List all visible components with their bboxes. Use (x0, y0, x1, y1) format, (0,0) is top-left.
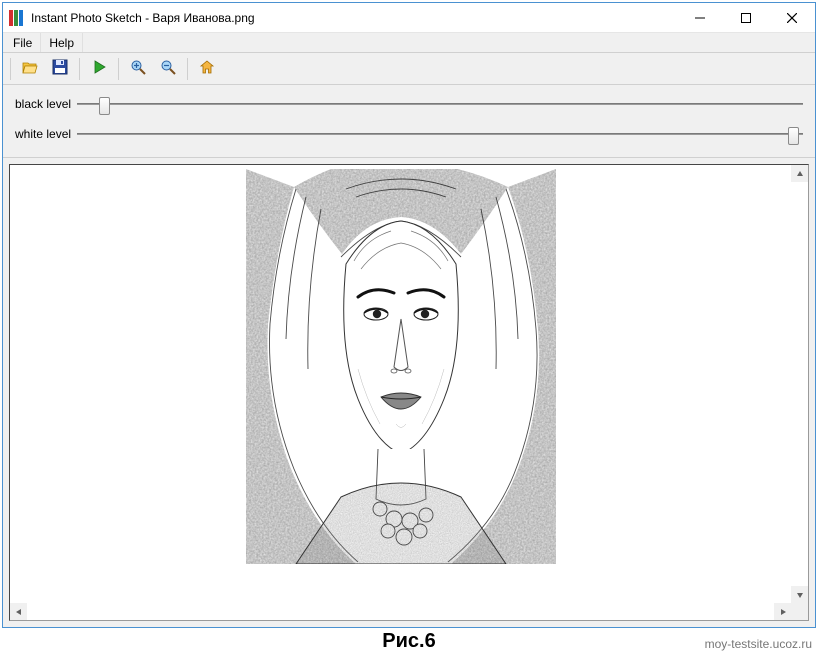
scroll-left-button[interactable] (10, 603, 27, 620)
image-viewport (9, 164, 809, 621)
maximize-button[interactable] (723, 3, 769, 32)
horizontal-scrollbar[interactable] (10, 603, 791, 620)
white-level-slider[interactable] (77, 133, 803, 135)
floppy-disk-icon (52, 59, 68, 78)
toolbar-separator (187, 58, 188, 80)
white-level-label: white level (15, 127, 77, 141)
vertical-scroll-track[interactable] (791, 182, 808, 586)
white-level-slider-row: white level (15, 123, 803, 145)
toolbar-separator (79, 58, 80, 80)
toolbar-separator (10, 58, 11, 80)
menu-bar: File Help (3, 33, 815, 53)
minimize-button[interactable] (677, 3, 723, 32)
open-button[interactable] (16, 57, 44, 81)
black-level-thumb[interactable] (99, 97, 110, 115)
save-button[interactable] (46, 57, 74, 81)
app-window: Instant Photo Sketch - Варя Иванова.png … (2, 2, 816, 628)
home-button[interactable] (193, 57, 221, 81)
black-level-slider-row: black level (15, 93, 803, 115)
run-button[interactable] (85, 57, 113, 81)
watermark-text: moy-testsite.ucoz.ru (705, 637, 812, 651)
black-level-label: black level (15, 97, 77, 111)
zoom-in-icon (130, 59, 146, 78)
toolbar-separator (118, 58, 119, 80)
menu-help[interactable]: Help (41, 33, 83, 52)
title-bar: Instant Photo Sketch - Варя Иванова.png (3, 3, 815, 33)
black-level-slider[interactable] (77, 103, 803, 105)
home-icon (199, 59, 215, 78)
vertical-scrollbar[interactable] (791, 165, 808, 603)
menu-file[interactable]: File (5, 33, 41, 52)
play-icon (91, 59, 107, 78)
zoom-out-button[interactable] (154, 57, 182, 81)
close-button[interactable] (769, 3, 815, 32)
scroll-up-button[interactable] (791, 165, 808, 182)
scroll-corner (791, 603, 808, 620)
zoom-out-icon (160, 59, 176, 78)
horizontal-scroll-track[interactable] (27, 603, 774, 620)
white-level-thumb[interactable] (788, 127, 799, 145)
scroll-right-button[interactable] (774, 603, 791, 620)
sketch-portrait-image (246, 169, 556, 564)
window-title: Instant Photo Sketch - Варя Иванова.png (31, 11, 255, 25)
folder-open-icon (22, 59, 38, 78)
window-controls (677, 3, 815, 32)
figure-caption: Рис.6 (0, 630, 818, 653)
image-canvas[interactable] (10, 165, 791, 603)
scroll-down-button[interactable] (791, 586, 808, 603)
zoom-in-button[interactable] (124, 57, 152, 81)
toolbar (3, 53, 815, 85)
app-icon (9, 10, 25, 26)
sliders-panel: black level white level (3, 85, 815, 158)
